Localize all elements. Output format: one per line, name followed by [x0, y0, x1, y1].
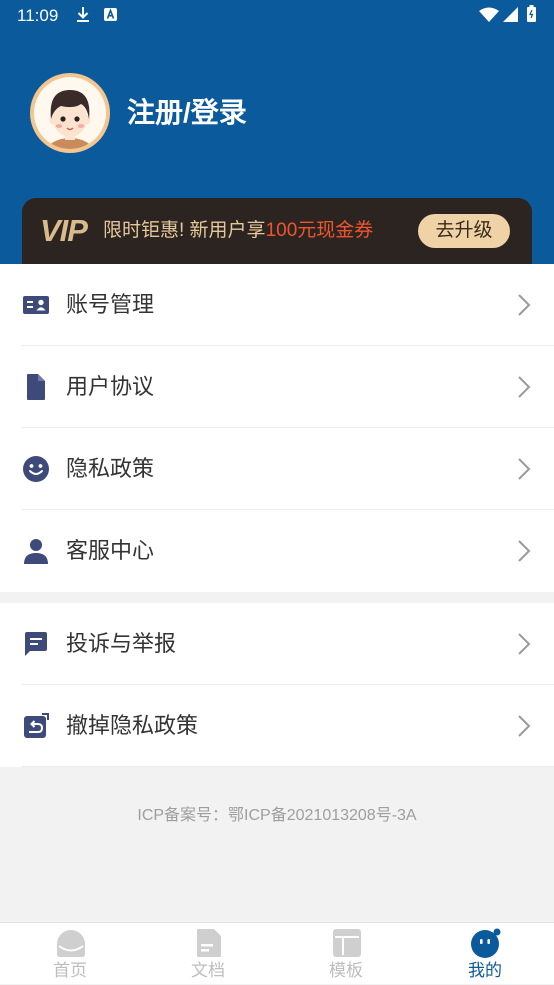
- menu-item-label: 投诉与举报: [66, 631, 177, 656]
- battery-icon: [527, 5, 536, 22]
- nav-tab-mine[interactable]: 我的: [416, 923, 554, 985]
- id-card-icon: [23, 296, 49, 314]
- vip-promo-text: 限时钜惠! 新用户享100元现金券: [103, 217, 373, 245]
- nav-label: 文档: [191, 961, 225, 980]
- person-icon: [24, 539, 48, 564]
- chevron-right-icon: [518, 715, 531, 737]
- document-icon: [197, 929, 221, 957]
- chevron-right-icon: [518, 633, 531, 655]
- signal-icon: [503, 7, 518, 22]
- menu-item-revoke-privacy[interactable]: 撤掉隐私政策: [0, 685, 554, 767]
- home-icon: [57, 930, 85, 957]
- menu-group-secondary: 投诉与举报 撤掉隐私政策: [0, 603, 554, 767]
- profile-header: 11:09 注册/登录 VIP 限时钜惠! 新用户享100元现金券 去升级: [0, 0, 554, 264]
- upgrade-button[interactable]: 去升级: [418, 214, 510, 248]
- icp-record-text: ICP备案号：鄂ICP备2021013208号-3A: [137, 807, 417, 824]
- promo-highlight: 100元现金券: [265, 220, 374, 241]
- menu-item-label: 撤掉隐私政策: [66, 713, 199, 738]
- divider: [22, 766, 554, 767]
- nav-tab-templates[interactable]: 模板: [277, 923, 415, 985]
- profile-icon: [471, 928, 501, 958]
- bottom-navigation: 首页 文档 模板 我的: [0, 922, 554, 984]
- menu-item-customer-service[interactable]: 客服中心: [0, 510, 554, 592]
- vip-promo-banner[interactable]: VIP 限时钜惠! 新用户享100元现金券 去升级: [22, 198, 532, 264]
- avatar[interactable]: [30, 73, 110, 153]
- menu-item-user-agreement[interactable]: 用户协议: [0, 346, 554, 428]
- status-time: 11:09: [17, 6, 59, 25]
- chevron-right-icon: [518, 540, 531, 562]
- chevron-right-icon: [518, 294, 531, 316]
- nav-label: 我的: [468, 961, 502, 980]
- menu-item-label: 用户协议: [66, 374, 155, 399]
- template-icon: [333, 929, 361, 957]
- nav-tab-home[interactable]: 首页: [1, 923, 139, 985]
- menu-item-label: 账号管理: [66, 292, 155, 317]
- login-register-link[interactable]: 注册/登录: [127, 93, 247, 133]
- document-icon: [27, 374, 45, 400]
- menu-item-account-management[interactable]: 账号管理: [0, 264, 554, 346]
- promo-prefix: 限时钜惠! 新用户享: [103, 220, 266, 241]
- revoke-icon: [24, 713, 49, 738]
- nav-label: 首页: [53, 961, 87, 980]
- smiley-icon: [23, 456, 49, 482]
- menu-item-privacy-policy[interactable]: 隐私政策: [0, 428, 554, 510]
- message-icon: [25, 632, 47, 656]
- menu-item-complaint-report[interactable]: 投诉与举报: [0, 603, 554, 685]
- download-icon: [77, 7, 89, 22]
- chevron-right-icon: [518, 376, 531, 398]
- app-notification-icon: [104, 8, 117, 21]
- menu-group-primary: 账号管理 用户协议 隐私政策 客服中心: [0, 264, 554, 592]
- wifi-icon: [479, 7, 499, 22]
- vip-badge: VIP: [40, 213, 88, 248]
- nav-label: 模板: [329, 961, 363, 980]
- nav-tab-documents[interactable]: 文档: [139, 923, 277, 985]
- menu-item-label: 隐私政策: [66, 456, 155, 481]
- chevron-right-icon: [518, 458, 531, 480]
- menu-item-label: 客服中心: [66, 538, 155, 563]
